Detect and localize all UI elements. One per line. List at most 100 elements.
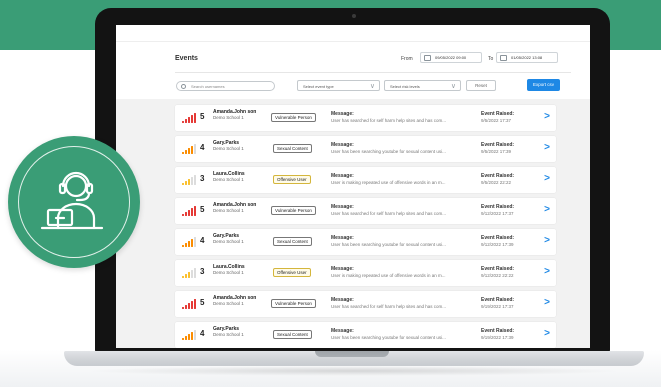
event-type-select[interactable]: Select event type ∨ — [297, 80, 380, 91]
chevron-right-icon[interactable]: > — [544, 173, 550, 184]
user-info: Gary.Parks Demo School 1 — [213, 141, 269, 152]
message-text: User has been searching youtube for sexu… — [331, 335, 446, 340]
chevron-right-icon[interactable]: > — [544, 204, 550, 215]
event-raised-time: 9/5/2022 17:37 — [481, 118, 512, 123]
event-raised-time: 9/5/2022 17:39 — [481, 149, 512, 154]
signal-bars-icon — [182, 144, 198, 154]
event-type-tag: Sexual Content — [273, 237, 312, 246]
calendar-icon — [500, 55, 507, 61]
event-type-tag: Offensive User — [273, 268, 311, 277]
risk-level-select[interactable]: Select risk levels ∨ — [384, 80, 461, 91]
event-raised-label: Event Raised: — [481, 173, 515, 179]
laptop-screen: Events From 09/05/2022 09:00 To 01/05/20… — [116, 25, 590, 348]
event-raised-label: Event Raised: — [481, 111, 515, 117]
app-top-bar — [116, 25, 590, 42]
event-type-tag: Vulnerable Person — [271, 299, 316, 308]
chevron-down-icon: ∨ — [369, 83, 375, 90]
username-search-input[interactable]: Search usernames — [176, 81, 275, 91]
user-info: Laura.Collins Demo School 1 — [213, 172, 269, 183]
event-raised-label: Event Raised: — [481, 266, 515, 272]
message-text: User is making repeated use of offensive… — [331, 180, 446, 185]
chevron-right-icon[interactable]: > — [544, 235, 550, 246]
message-text: User has searched for self harm help sit… — [331, 211, 447, 216]
event-row[interactable]: 5 Amanda.John son Demo School 1 Vulnerab… — [175, 198, 556, 224]
risk-level: 5 — [200, 112, 205, 121]
risk-level: 3 — [200, 174, 205, 183]
message-label: Message: — [331, 111, 354, 117]
from-date-field[interactable]: 09/05/2022 09:00 — [420, 52, 482, 63]
risk-level: 5 — [200, 205, 205, 214]
message-label: Message: — [331, 297, 354, 303]
event-row[interactable]: 4 Gary.Parks Demo School 1 Sexual Conten… — [175, 136, 556, 162]
page-title: Events — [175, 55, 198, 62]
user-info: Amanda.John son Demo School 1 — [213, 203, 269, 214]
export-csv-button[interactable]: Export csv — [527, 79, 560, 91]
message-label: Message: — [331, 173, 354, 179]
event-row[interactable]: 5 Amanda.John son Demo School 1 Vulnerab… — [175, 105, 556, 131]
event-row[interactable]: 4 Gary.Parks Demo School 1 Sexual Conten… — [175, 322, 556, 348]
event-type-tag: Sexual Content — [273, 144, 312, 153]
from-date-value: 09/05/2022 09:00 — [435, 55, 467, 60]
events-list: 5 Amanda.John son Demo School 1 Vulnerab… — [116, 99, 590, 348]
to-date-field[interactable]: 01/05/2022 13:08 — [496, 52, 558, 63]
school-name: Demo School 1 — [213, 115, 244, 120]
event-row[interactable]: 3 Laura.Collins Demo School 1 Offensive … — [175, 167, 556, 193]
message-label: Message: — [331, 328, 354, 334]
event-raised-time: 9/12/2022 17:37 — [481, 211, 514, 216]
chevron-right-icon[interactable]: > — [544, 111, 550, 122]
event-row[interactable]: 5 Amanda.John son Demo School 1 Vulnerab… — [175, 291, 556, 317]
user-info: Gary.Parks Demo School 1 — [213, 327, 269, 338]
school-name: Demo School 1 — [213, 239, 244, 244]
message-text: User is making repeated use of offensive… — [331, 273, 446, 278]
to-label: To — [488, 56, 494, 62]
chevron-down-icon: ∨ — [450, 83, 456, 90]
event-raised-time: 9/19/2022 17:39 — [481, 335, 514, 340]
event-raised-time: 9/12/2022 17:39 — [481, 242, 514, 247]
event-raised-time: 9/19/2022 17:37 — [481, 304, 514, 309]
event-type-tag: Sexual Content — [273, 330, 312, 339]
message-text: User has been searching youtube for sexu… — [331, 242, 446, 247]
user-info: Amanda.John son Demo School 1 — [213, 110, 269, 121]
risk-level: 4 — [200, 236, 205, 245]
event-type-tag: Vulnerable Person — [271, 113, 316, 122]
event-raised-label: Event Raised: — [481, 297, 515, 303]
event-raised-time: 9/5/2022 22:22 — [481, 180, 512, 185]
event-raised-label: Event Raised: — [481, 328, 515, 334]
risk-level: 5 — [200, 298, 205, 307]
header-divider — [175, 72, 571, 73]
chevron-right-icon[interactable]: > — [544, 142, 550, 153]
to-date-value: 01/05/2022 13:08 — [511, 55, 543, 60]
signal-bars-icon — [182, 237, 198, 247]
school-name: Demo School 1 — [213, 146, 244, 151]
event-row[interactable]: 4 Gary.Parks Demo School 1 Sexual Conten… — [175, 229, 556, 255]
message-text: User has been searching youtube for sexu… — [331, 149, 446, 154]
risk-level-placeholder: Select risk levels — [390, 84, 420, 89]
signal-bars-icon — [182, 175, 198, 185]
message-label: Message: — [331, 235, 354, 241]
school-name: Demo School 1 — [213, 177, 244, 182]
reset-button[interactable]: Reset — [466, 80, 496, 91]
risk-level: 4 — [200, 143, 205, 152]
support-badge-ring — [18, 146, 130, 258]
message-label: Message: — [331, 142, 354, 148]
event-raised-label: Event Raised: — [481, 204, 515, 210]
calendar-icon — [424, 55, 431, 61]
event-type-tag: Offensive User — [273, 175, 311, 184]
signal-bars-icon — [182, 206, 198, 216]
signal-bars-icon — [182, 299, 198, 309]
school-name: Demo School 1 — [213, 270, 244, 275]
event-raised-label: Event Raised: — [481, 235, 515, 241]
message-label: Message: — [331, 204, 354, 210]
message-text: User has searched for self harm help sit… — [331, 304, 447, 309]
signal-bars-icon — [182, 330, 198, 340]
chevron-right-icon[interactable]: > — [544, 266, 550, 277]
webcam — [352, 14, 356, 18]
event-row[interactable]: 3 Laura.Collins Demo School 1 Offensive … — [175, 260, 556, 286]
school-name: Demo School 1 — [213, 332, 244, 337]
signal-bars-icon — [182, 113, 198, 123]
chevron-right-icon[interactable]: > — [544, 328, 550, 339]
chevron-right-icon[interactable]: > — [544, 297, 550, 308]
from-label: From — [401, 56, 413, 62]
signal-bars-icon — [182, 268, 198, 278]
message-label: Message: — [331, 266, 354, 272]
